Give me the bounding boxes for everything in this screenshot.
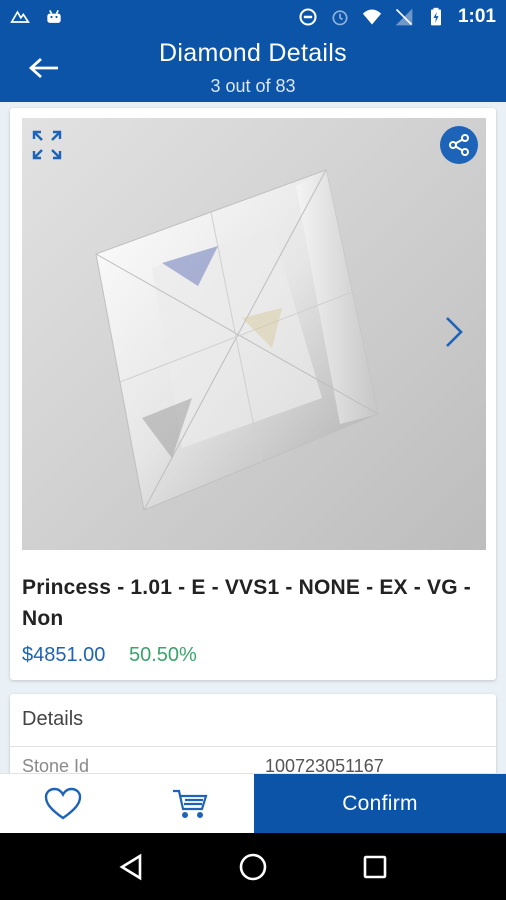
page-subtitle: 3 out of 83 <box>210 76 296 96</box>
nav-back-button[interactable] <box>113 849 149 885</box>
discount: 50.50% <box>128 644 197 666</box>
home-circle-icon <box>239 853 267 880</box>
recents-square-icon <box>363 855 387 878</box>
alarm-icon <box>332 10 348 26</box>
status-bar: 1:01 <box>0 0 506 34</box>
product-title: Princess - 1.01 - E - VVS1 - NONE - EX -… <box>22 576 471 630</box>
confirm-button[interactable]: Confirm <box>254 774 506 834</box>
android-icon <box>47 9 61 23</box>
system-nav-bar <box>0 833 506 900</box>
back-triangle-icon <box>119 853 142 880</box>
cart-button[interactable] <box>165 784 215 824</box>
product-card: Princess - 1.01 - E - VVS1 - NONE - EX -… <box>10 108 496 680</box>
cart-icon <box>173 789 208 818</box>
wifi-icon <box>362 9 382 25</box>
battery-charging-icon <box>430 7 441 26</box>
share-button[interactable] <box>440 126 478 164</box>
details-heading: Details <box>22 708 84 730</box>
data-saver-icon <box>299 8 317 26</box>
status-time: 1:01 <box>457 6 496 27</box>
app-bar: Diamond Details 3 out of 83 <box>0 34 506 102</box>
share-icon <box>449 134 469 156</box>
heart-icon <box>44 787 82 820</box>
expand-icon[interactable] <box>32 130 62 160</box>
page-title: Diamond Details <box>159 39 347 67</box>
nav-recents-button[interactable] <box>357 849 393 885</box>
price-row: $4851.00 50.50% <box>22 644 197 667</box>
bottom-action-bar: Confirm <box>0 773 506 834</box>
no-signal-icon <box>395 8 413 26</box>
diamond-image <box>95 169 379 511</box>
favorite-button[interactable] <box>38 784 88 824</box>
divider <box>10 746 496 747</box>
chevron-right-icon[interactable] <box>442 314 466 350</box>
product-image[interactable] <box>22 118 486 550</box>
price: $4851.00 <box>22 644 106 666</box>
app-logo-icon <box>10 10 30 23</box>
nav-home-button[interactable] <box>235 849 271 885</box>
